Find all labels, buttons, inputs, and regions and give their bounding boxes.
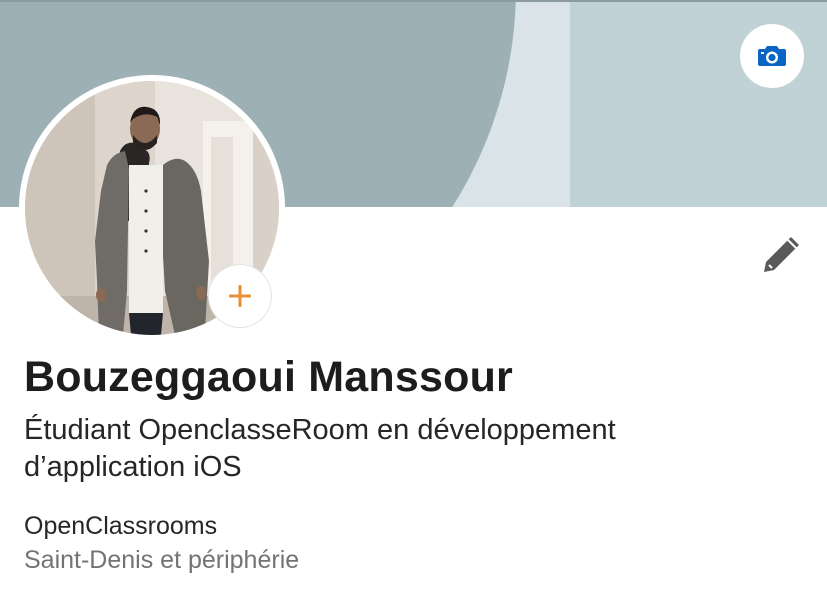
pencil-icon xyxy=(764,237,799,272)
add-photo-button[interactable] xyxy=(209,265,271,327)
edit-cover-button[interactable] xyxy=(740,24,804,88)
plus-icon xyxy=(229,285,251,307)
profile-card: Bouzeggaoui Manssour Étudiant Openclasse… xyxy=(0,0,827,592)
profile-name: Bouzeggaoui Manssour xyxy=(24,353,513,401)
camera-icon xyxy=(758,46,786,66)
profile-location: Saint-Denis et périphérie xyxy=(24,546,300,574)
profile-headline: Étudiant OpenclasseRoom en développement… xyxy=(24,414,616,483)
profile-company[interactable]: OpenClassrooms xyxy=(24,512,217,541)
cover-top-edge xyxy=(0,0,827,2)
edit-profile-button[interactable] xyxy=(756,230,806,280)
